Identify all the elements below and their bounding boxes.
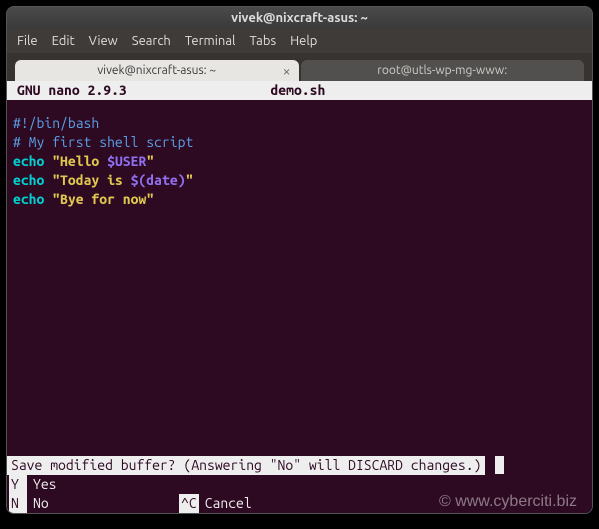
cancel-label: Cancel — [205, 495, 252, 511]
menu-search[interactable]: Search — [132, 34, 171, 48]
tab-active[interactable]: vivek@nixcraft-asus: ~ × — [15, 60, 299, 81]
menu-file[interactable]: File — [17, 34, 38, 48]
yes-key: Y — [9, 475, 27, 494]
nano-footer: Save modified buffer? (Answering "No" wi… — [7, 456, 592, 513]
subshell: $(date) — [131, 172, 186, 188]
string-part: " — [186, 172, 194, 188]
terminal-window: vivek@nixcraft-asus: ~ File Edit View Se… — [6, 6, 593, 514]
cursor — [495, 456, 504, 474]
tab-bar: vivek@nixcraft-asus: ~ × root@utls-wp-mg… — [7, 53, 592, 81]
no-label: No — [33, 495, 49, 511]
nano-app-name: GNU nano 2.9.3 — [9, 81, 270, 100]
window-title: vivek@nixcraft-asus: ~ — [231, 11, 368, 25]
comment-line: # My first shell script — [13, 134, 193, 150]
yes-option[interactable]: Y Yes — [9, 475, 179, 494]
no-option[interactable]: N No — [9, 494, 179, 513]
terminal-area[interactable]: GNU nano 2.9.3 demo.sh #!/bin/bash # My … — [7, 81, 592, 513]
menu-view[interactable]: View — [89, 34, 118, 48]
variable: $USER — [107, 153, 146, 169]
no-key: N — [9, 494, 27, 513]
close-icon[interactable]: × — [283, 63, 291, 79]
editor-content[interactable]: #!/bin/bash # My first shell script echo… — [7, 100, 592, 212]
string-part: "Today is — [44, 172, 130, 188]
menu-help[interactable]: Help — [290, 34, 317, 48]
yes-label: Yes — [33, 476, 57, 492]
echo-keyword: echo — [13, 172, 44, 188]
menu-edit[interactable]: Edit — [52, 34, 75, 48]
cancel-key: ^C — [179, 494, 199, 513]
cancel-option[interactable]: ^C Cancel — [179, 494, 349, 513]
nano-header: GNU nano 2.9.3 demo.sh — [7, 81, 592, 100]
tab-inactive-label: root@utls-wp-mg-www: — [377, 64, 507, 77]
menu-tabs[interactable]: Tabs — [249, 34, 276, 48]
string-part: "Hello — [44, 153, 107, 169]
nano-filename: demo.sh — [270, 81, 590, 100]
tab-active-label: vivek@nixcraft-asus: ~ — [97, 64, 216, 77]
echo-keyword: echo — [13, 191, 44, 207]
tab-inactive[interactable]: root@utls-wp-mg-www: — [301, 60, 585, 81]
echo-keyword: echo — [13, 153, 44, 169]
string-part: " — [146, 153, 154, 169]
string-literal: "Bye for now" — [44, 191, 154, 207]
menu-terminal[interactable]: Terminal — [185, 34, 236, 48]
window-titlebar[interactable]: vivek@nixcraft-asus: ~ — [7, 7, 592, 29]
menubar: File Edit View Search Terminal Tabs Help — [7, 29, 592, 53]
save-prompt: Save modified buffer? (Answering "No" wi… — [7, 456, 485, 475]
shebang-line: #!/bin/bash — [13, 115, 99, 131]
